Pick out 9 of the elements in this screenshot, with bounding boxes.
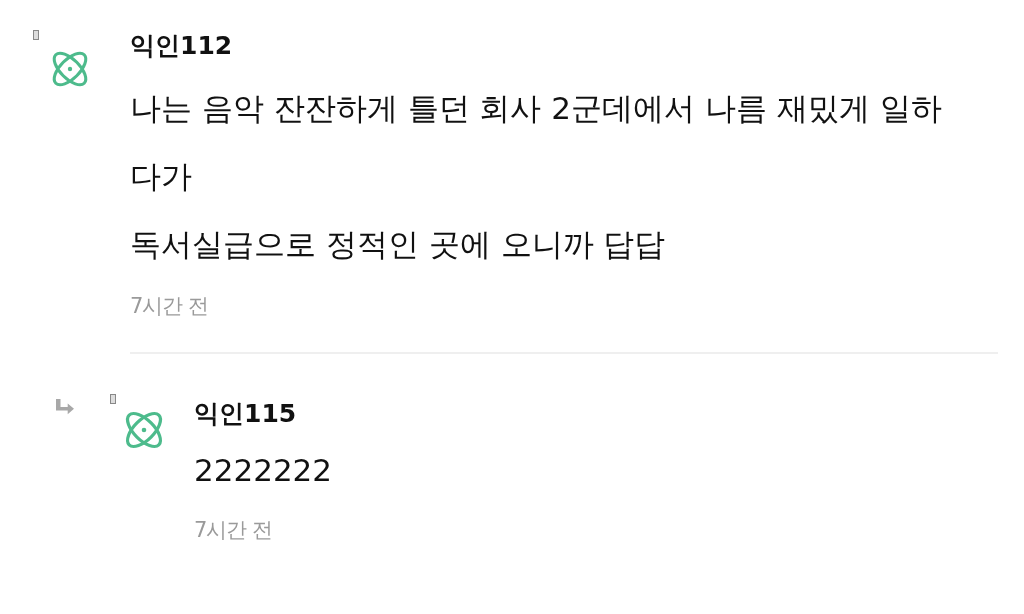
author-name: 익인115 [194,398,298,430]
reply-arrow-icon [54,398,76,416]
placeholder-glyph-icon [33,30,39,40]
comment-text: 나는 음악 잔잔하게 틀던 회사 2군데에서 나름 재밌게 일하 다가 독서실급으로 정적인 곳에 오니까 답답 [130,89,943,264]
author-name: 익인112 [130,30,234,62]
placeholder-glyph-icon [110,394,116,404]
comment-text: 2222222 [194,451,334,490]
timestamp: 7시간 전 [130,293,210,320]
timestamp: 7시간 전 [194,517,274,544]
